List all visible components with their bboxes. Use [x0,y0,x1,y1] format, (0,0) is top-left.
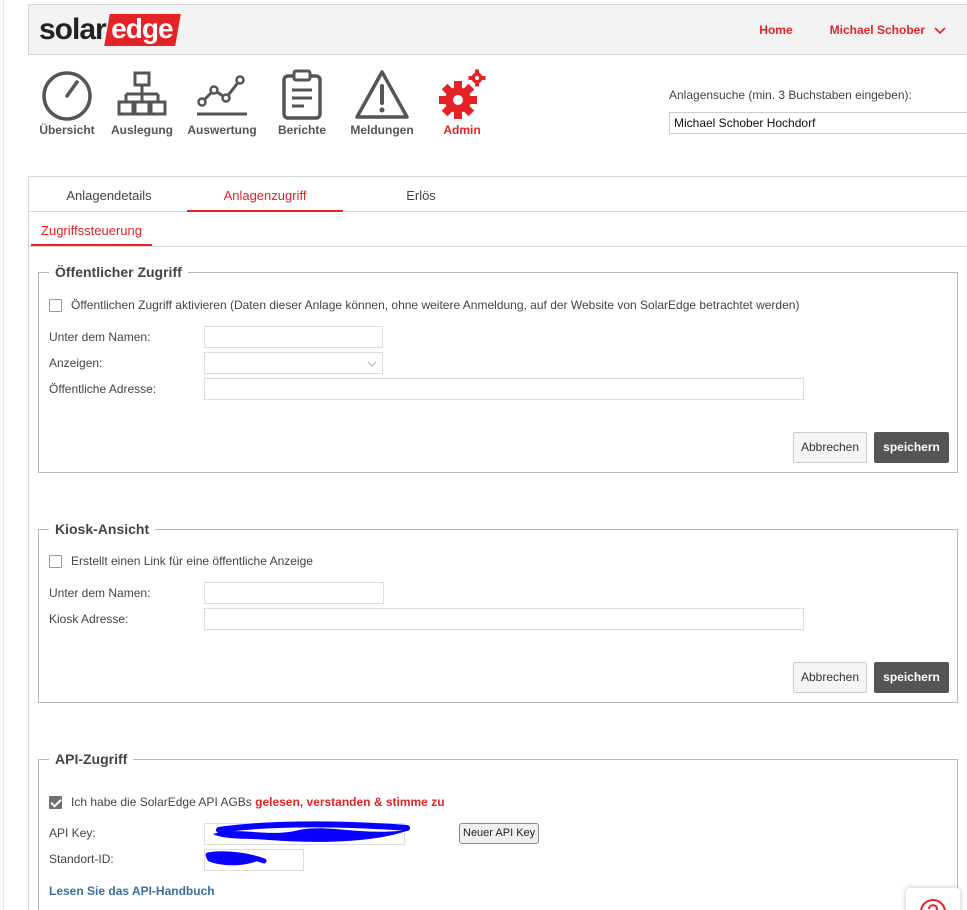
kiosk-checkbox-label: Erstellt einen Link für eine öffentliche… [71,554,313,568]
top-header: solar edge Home Michael Schober [28,4,967,55]
api-key-input[interactable] [204,823,405,845]
api-access-section: API-Zugriff Ich habe die SolarEdge API A… [38,751,958,910]
public-address-input[interactable] [204,378,804,400]
api-key-label: API Key: [49,826,96,840]
solaredge-logo[interactable]: solar edge [39,13,181,47]
header-nav: Home Michael Schober [722,23,947,37]
public-save-button[interactable]: speichern [874,432,949,463]
public-name-label: Unter dem Namen: [49,330,151,344]
kiosk-checkbox[interactable] [49,554,62,568]
toolbar-item-auswertung[interactable]: Auswertung [182,68,262,137]
kiosk-checkbox-row: Erstellt einen Link für eine öffentliche… [49,554,313,568]
toolbar-item-auslegung[interactable]: Auslegung [102,68,182,137]
chevron-down-icon [367,361,377,367]
site-search-label: Anlagensuche (min. 3 Buchstaben eingeben… [669,88,912,102]
clipboard-icon [282,69,322,120]
gauge-icon [42,71,92,121]
public-cancel-button[interactable]: Abbrechen [793,432,867,463]
toolbar-label: Admin [443,123,481,137]
new-api-key-button[interactable]: Neuer API Key [459,823,540,844]
api-manual-link[interactable]: Lesen Sie das API-Handbuch [49,884,215,898]
line-chart-icon [197,75,247,116]
section-title: API-Zugriff [49,751,134,767]
kiosk-address-label: Kiosk Adresse: [49,612,129,626]
warning-icon [355,70,409,119]
kiosk-cancel-button[interactable]: Abbrechen [793,662,867,693]
section-title: Öffentlicher Zugriff [49,264,188,280]
kiosk-address-input[interactable] [204,608,804,630]
toolbar-item-admin[interactable]: Admin [422,68,502,137]
api-terms-checkbox[interactable] [49,795,62,809]
toolbar-label: Meldungen [350,123,414,137]
public-access-section: Öffentlicher Zugriff Öffentlichen Zugrif… [38,264,958,473]
public-access-checkbox-row: Öffentlichen Zugriff aktivieren (Daten d… [49,298,799,312]
api-terms-row: Ich habe die SolarEdge API AGBs gelesen,… [49,795,445,809]
kiosk-name-label: Unter dem Namen: [49,586,151,600]
tab-anlagenzugriff[interactable]: Anlagenzugriff [187,177,343,212]
toolbar-label: Berichte [277,123,327,137]
section-title: Kiosk-Ansicht [49,521,156,537]
user-menu[interactable]: Michael Schober [830,23,925,37]
kiosk-save-button[interactable]: speichern [874,662,949,693]
site-id-input[interactable] [204,849,304,871]
main-tabs: Anlagendetails Anlagenzugriff Erlös [28,176,967,212]
api-terms-text: Ich habe die SolarEdge API AGBs [71,795,256,809]
public-access-checkbox[interactable] [49,298,62,312]
public-show-label: Anzeigen: [49,356,103,370]
toolbar-item-berichte[interactable]: Berichte [262,68,342,137]
hierarchy-icon [117,71,167,116]
toolbar-item-meldungen[interactable]: Meldungen [342,68,422,137]
public-show-select[interactable] [204,352,383,374]
gears-icon [439,69,486,119]
kiosk-section: Kiosk-Ansicht Erstellt einen Link für ei… [38,521,958,703]
toolbar-label: Auslegung [111,123,173,137]
help-icon [920,899,946,910]
tab-erloes[interactable]: Erlös [343,177,499,212]
api-terms-label: Ich habe die SolarEdge API AGBs gelesen,… [71,795,445,809]
left-border [3,0,4,910]
content-border [28,247,29,910]
logo-solar-text: solar [39,13,107,46]
public-access-checkbox-label: Öffentlichen Zugriff aktivieren (Daten d… [71,298,800,312]
toolbar-label: Übersicht [39,123,95,137]
subtab-zugriffssteuerung[interactable]: Zugriffssteuerung [31,212,152,246]
help-button[interactable] [906,888,960,910]
logo-edge-text: edge [110,13,173,44]
main-toolbar: Übersicht Auslegung Auswertung Berichte … [32,68,502,137]
toolbar-item-uebersicht[interactable]: Übersicht [32,68,102,137]
public-address-label: Öffentliche Adresse: [49,382,157,396]
toolbar-label: Auswertung [187,123,257,137]
site-id-label: Standort-ID: [49,852,114,866]
public-name-input[interactable] [204,326,383,348]
sub-tabs: Zugriffssteuerung [28,212,967,247]
chevron-down-icon[interactable] [933,23,947,37]
kiosk-name-input[interactable] [204,582,384,604]
site-search-input[interactable] [669,112,967,134]
api-terms-link[interactable]: gelesen, verstanden & stimme zu [255,795,444,809]
tab-anlagendetails[interactable]: Anlagendetails [31,177,187,212]
logo-edge-badge: edge [103,13,181,46]
home-link[interactable]: Home [759,23,792,37]
